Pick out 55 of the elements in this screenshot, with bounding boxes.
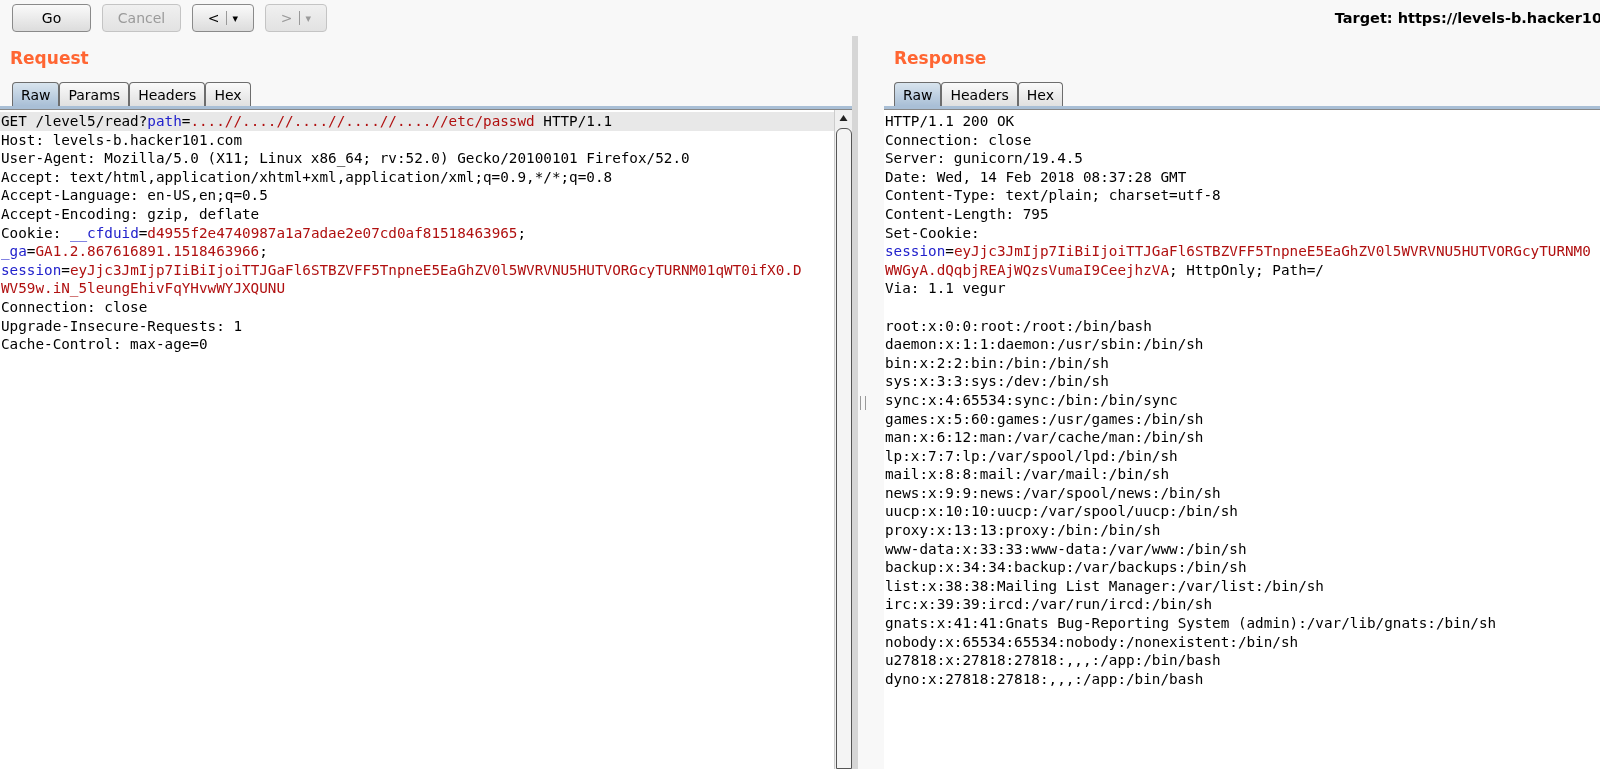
tab[interactable]: Hex — [205, 82, 251, 106]
code-line: Host: levels-b.hacker101.com — [0, 130, 243, 150]
code-line: Cookie: __cfduid=d4955f2e4740987a1a7adae2e07cd0af81518463965; — [0, 223, 528, 243]
code-line: games:x:5:60:games:/usr/games:/bin/sh — [884, 409, 1205, 429]
code-line: Upgrade-Insecure-Requests: 1 — [0, 316, 243, 336]
tab[interactable]: Raw — [12, 82, 60, 106]
code-line: gnats:x:41:41:Gnats Bug-Reporting System (admin):/var/lib/gnats:/bin/sh — [884, 614, 1498, 633]
code-line: root:x:0:0:root:/root:/bin/bash — [884, 316, 1153, 336]
code-line: www-data:x:33:33:www-data:/var/www:/bin/sh — [884, 539, 1248, 559]
code-line: Date: Wed, 14 Feb 2018 08:37:28 GMT — [884, 167, 1188, 187]
code-line: backup:x:34:34:backup:/var/backups:/bin/sh — [884, 558, 1248, 577]
code-line: WV59w.iN_5leungEhivFqYHvwWYJXQUNU — [0, 279, 287, 298]
code-line: sync:x:4:65534:sync:/bin:/bin/sync — [884, 390, 1179, 410]
code-line: list:x:38:38:Mailing List Manager:/var/list:/bin/sh — [884, 576, 1325, 596]
code-line: Content-Type: text/plain; charset=utf-8 — [884, 186, 1222, 205]
code-line: irc:x:39:39:ircd:/var/run/ircd:/bin/sh — [884, 595, 1214, 615]
pane-title: Request — [9, 47, 90, 70]
code-line: man:x:6:12:man:/var/cache/man:/bin/sh — [884, 428, 1205, 447]
tab[interactable]: Headers — [941, 82, 1018, 106]
code-line: User-Agent: Mozilla/5.0 (X11; Linux x86_64; rv:52.0) Gecko/20100101 Firefox/52.0 — [0, 149, 691, 168]
code-line: uucp:x:10:10:uucp:/var/spool/uucp:/bin/sh — [884, 502, 1239, 522]
toolbar-button[interactable]: Go — [12, 4, 91, 32]
tab[interactable]: Hex — [1017, 82, 1063, 106]
code-line: WWGyA.dQqbjREAjWQzsVumaI9CeejhzVA; HttpOnly; Path=/ — [884, 260, 1325, 280]
code-line: u27818:x:27818:27818:,,,:/app:/bin/bash — [884, 651, 1222, 670]
code-line: Server: gunicorn/19.4.5 — [884, 149, 1084, 168]
code-line: sys:x:3:3:sys:/dev:/bin/sh — [884, 372, 1110, 391]
code-line: session=eyJjc3JmIjp7IiBiIjoiTTJGaFl6STBZVFF5TnpneE5EaGhZV0l5WVRVNU5HUTVORGcyTURNM0 — [884, 242, 1592, 261]
code-line: Cache-Control: max-age=0 — [0, 335, 209, 354]
code-line: news:x:9:9:news:/var/spool/news:/bin/sh — [884, 483, 1222, 503]
history-button[interactable]: < ▾ — [192, 4, 254, 32]
code-line: mail:x:8:8:mail:/var/mail:/bin/sh — [884, 465, 1171, 484]
code-line: lp:x:7:7:lp:/var/spool/lpd:/bin/sh — [884, 446, 1179, 466]
code-line: dyno:x:27818:27818:,,,:/app:/bin/bash — [884, 669, 1205, 689]
code-line: Set-Cookie: — [884, 223, 981, 243]
code-line: proxy:x:13:13:proxy:/bin:/bin/sh — [884, 521, 1162, 540]
code-line: Via: 1.1 vegur — [884, 279, 1007, 298]
code-line: nobody:x:65534:65534:nobody:/nonexistent:/bin/sh — [884, 632, 1300, 652]
code-line: Content-Length: 795 — [884, 204, 1050, 224]
code-line: session=eyJjc3JmIjp7IiBiIjoiTTJGaFl6STBZVFF5TnpneE5EaGhZV0l5WVRVNU5HUTVORGcyTURNM01qWT0ifX0.D — [0, 260, 803, 280]
scroll-up-icon[interactable] — [839, 114, 848, 122]
code-line: HTTP/1.1 200 OK — [884, 112, 1016, 131]
pane-title: Response — [893, 47, 988, 70]
tab[interactable]: Raw — [894, 82, 942, 106]
code-line: Accept-Language: en-US,en;q=0.5 — [0, 186, 269, 205]
tab[interactable]: Params — [59, 82, 130, 106]
code-line: Accept: text/html,application/xhtml+xml,application/xml;q=0.9,*/*;q=0.8 — [0, 167, 614, 187]
code-line: _ga=GA1.2.867616891.1518463966; — [0, 242, 269, 261]
code-line: Connection: close — [884, 130, 1033, 150]
code-line: daemon:x:1:1:daemon:/usr/sbin:/bin/sh — [884, 335, 1205, 354]
code-line: Connection: close — [0, 297, 149, 317]
code-line: bin:x:2:2:bin:/bin:/bin/sh — [884, 353, 1110, 373]
code-line: Accept-Encoding: gzip, deflate — [0, 204, 261, 224]
tab[interactable]: Headers — [129, 82, 206, 106]
scrollbar[interactable] — [834, 110, 852, 769]
